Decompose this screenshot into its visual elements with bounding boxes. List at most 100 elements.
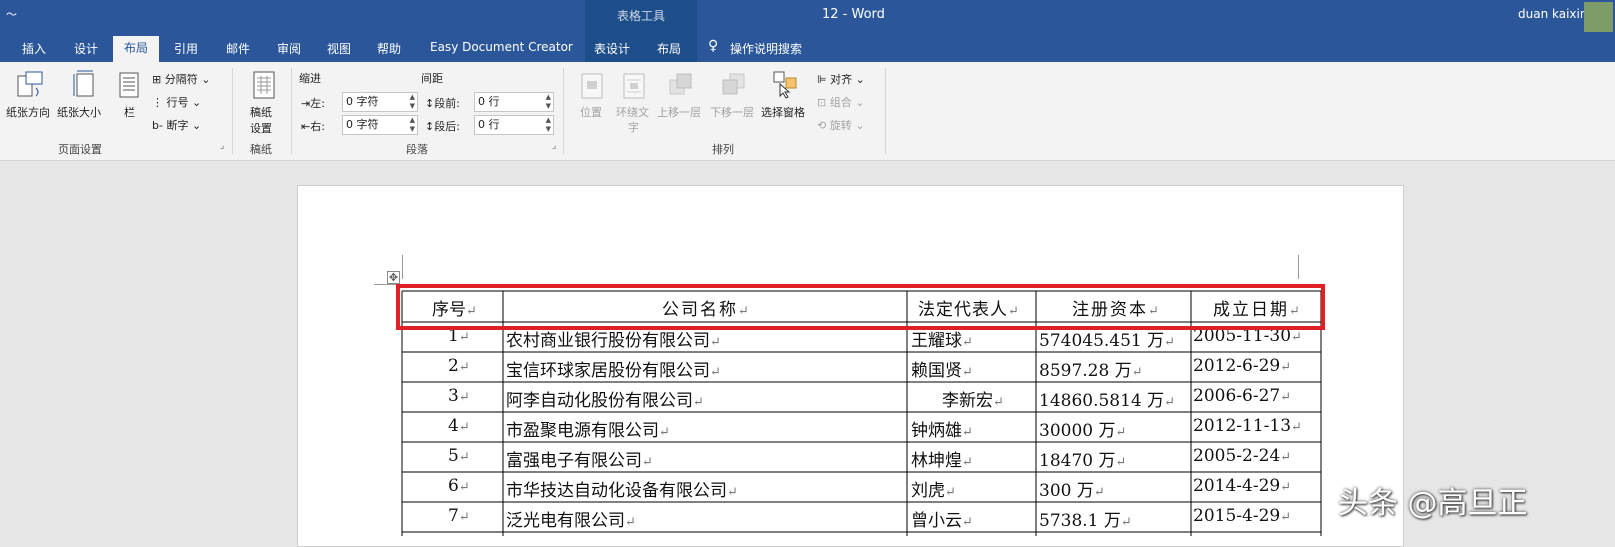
table-cell[interactable]: 2012-11-13↵: [1193, 416, 1302, 436]
table-cell[interactable]: 6↵: [448, 476, 470, 496]
cell-text: 阿李自动化股份有限公司: [506, 391, 693, 411]
cell-text: 18470 万: [1039, 451, 1116, 471]
end-of-cell-mark: ↵: [962, 425, 973, 440]
cell-text: 5738.1 万: [1039, 511, 1121, 531]
cell-text: 2015-4-29: [1193, 506, 1281, 526]
end-of-cell-mark: ↵: [1280, 360, 1292, 375]
table-cell[interactable]: 2014-4-29↵: [1193, 476, 1291, 496]
end-of-cell-mark: ↵: [962, 515, 973, 530]
end-of-cell-mark: ↵: [642, 455, 653, 470]
end-of-cell-mark: ↵: [458, 480, 470, 495]
watermark: 头条 @高旦正: [1338, 486, 1528, 521]
cell-text: 6: [448, 476, 459, 496]
cell-text: 赖国贤: [911, 361, 962, 381]
table-cell[interactable]: 阿李自动化股份有限公司↵: [506, 386, 704, 411]
table-cell[interactable]: 5↵: [448, 446, 470, 466]
cell-text: 市华技达自动化设备有限公司: [506, 481, 727, 501]
end-of-cell-mark: ↵: [962, 335, 973, 350]
end-of-cell-mark: ↵: [458, 330, 470, 345]
table-cell[interactable]: 赖国贤↵: [911, 356, 973, 381]
header-highlight-box: [396, 284, 1325, 330]
table-cell[interactable]: 5738.1 万↵: [1039, 506, 1132, 531]
table-grid: [401, 290, 1322, 536]
table-cell[interactable]: 宝信环球家居股份有限公司↵: [506, 356, 721, 381]
cell-text: 市盈聚电源有限公司: [506, 421, 659, 441]
end-of-cell-mark: ↵: [1164, 395, 1176, 410]
end-of-cell-mark: ↵: [710, 335, 721, 350]
table-cell[interactable]: 林坤煌↵: [911, 446, 973, 471]
cell-text: 钟炳雄: [911, 421, 962, 441]
cell-text: 林坤煌: [911, 451, 962, 471]
end-of-cell-mark: ↵: [710, 365, 721, 380]
table-cell[interactable]: 8597.28 万↵: [1039, 356, 1143, 381]
table-cell[interactable]: 30000 万↵: [1039, 416, 1126, 441]
end-of-cell-mark: ↵: [1291, 330, 1302, 345]
cell-text: 2012-6-29: [1193, 356, 1281, 376]
table-cell[interactable]: 曾小云↵: [911, 506, 973, 531]
table-cell[interactable]: 300 万↵: [1039, 476, 1105, 501]
cell-text: 7: [448, 506, 459, 526]
end-of-cell-mark: ↵: [1164, 335, 1176, 350]
table-cell[interactable]: 7↵: [448, 506, 470, 526]
cell-text: 3: [448, 386, 459, 406]
table-cell[interactable]: 2015-4-29↵: [1193, 506, 1291, 526]
table-cell[interactable]: 2↵: [448, 356, 470, 376]
table-cell[interactable]: 3↵: [448, 386, 470, 406]
cell-text: 8597.28 万: [1039, 361, 1132, 381]
cell-text: 2014-4-29: [1193, 476, 1281, 496]
table-cell[interactable]: 钟炳雄↵: [911, 416, 973, 441]
cell-text: 富强电子有限公司: [506, 451, 642, 471]
end-of-cell-mark: ↵: [1093, 485, 1105, 500]
table-cell[interactable]: 刘虎↵: [911, 476, 956, 501]
cell-text: 4: [448, 416, 459, 436]
table-cell[interactable]: 李新宏↵: [942, 386, 1004, 411]
end-of-cell-mark: ↵: [458, 390, 470, 405]
table-cell[interactable]: 2006-6-27↵: [1193, 386, 1291, 406]
end-of-cell-mark: ↵: [993, 395, 1004, 410]
cell-text: 2006-6-27: [1193, 386, 1281, 406]
table-cell[interactable]: 4↵: [448, 416, 470, 436]
table-cell[interactable]: 2005-2-24↵: [1193, 446, 1291, 466]
cell-text: 刘虎: [911, 481, 945, 501]
end-of-cell-mark: ↵: [458, 360, 470, 375]
cell-text: 农村商业银行股份有限公司: [506, 331, 710, 351]
end-of-cell-mark: ↵: [693, 395, 704, 410]
end-of-cell-mark: ↵: [1115, 425, 1127, 440]
end-of-cell-mark: ↵: [1280, 390, 1292, 405]
table-cell[interactable]: 市华技达自动化设备有限公司↵: [506, 476, 738, 501]
end-of-cell-mark: ↵: [962, 455, 973, 470]
end-of-cell-mark: ↵: [1280, 480, 1292, 495]
cell-text: 2005-2-24: [1193, 446, 1281, 466]
end-of-cell-mark: ↵: [1280, 510, 1292, 525]
end-of-cell-mark: ↵: [945, 485, 956, 500]
end-of-cell-mark: ↵: [458, 420, 470, 435]
cell-text: 5: [448, 446, 459, 466]
cell-text: 574045.451 万: [1039, 331, 1165, 351]
cell-text: 30000 万: [1039, 421, 1116, 441]
end-of-cell-mark: ↵: [659, 425, 670, 440]
end-of-cell-mark: ↵: [458, 510, 470, 525]
table-cell[interactable]: 泛光电有限公司↵: [506, 506, 636, 531]
table-cell[interactable]: 2012-6-29↵: [1193, 356, 1291, 376]
end-of-cell-mark: ↵: [1131, 365, 1143, 380]
cell-text: 14860.5814 万: [1039, 391, 1165, 411]
end-of-cell-mark: ↵: [1291, 420, 1302, 435]
end-of-cell-mark: ↵: [727, 485, 738, 500]
end-of-cell-mark: ↵: [1115, 455, 1127, 470]
cell-text: 李新宏: [942, 391, 993, 411]
cell-text: 2: [448, 356, 459, 376]
end-of-cell-mark: ↵: [1280, 450, 1292, 465]
end-of-cell-mark: ↵: [458, 450, 470, 465]
cell-text: 300 万: [1039, 481, 1094, 501]
table-cell[interactable]: 14860.5814 万↵: [1039, 386, 1175, 411]
end-of-cell-mark: ↵: [1120, 515, 1132, 530]
cell-text: 宝信环球家居股份有限公司: [506, 361, 710, 381]
table-cell[interactable]: 市盈聚电源有限公司↵: [506, 416, 670, 441]
table-cell[interactable]: 富强电子有限公司↵: [506, 446, 653, 471]
cell-text: 王耀球: [911, 331, 962, 351]
end-of-cell-mark: ↵: [625, 515, 636, 530]
cell-text: 2012-11-13: [1193, 416, 1292, 436]
table-cell[interactable]: 18470 万↵: [1039, 446, 1126, 471]
cell-text: 曾小云: [911, 511, 962, 531]
end-of-cell-mark: ↵: [962, 365, 973, 380]
